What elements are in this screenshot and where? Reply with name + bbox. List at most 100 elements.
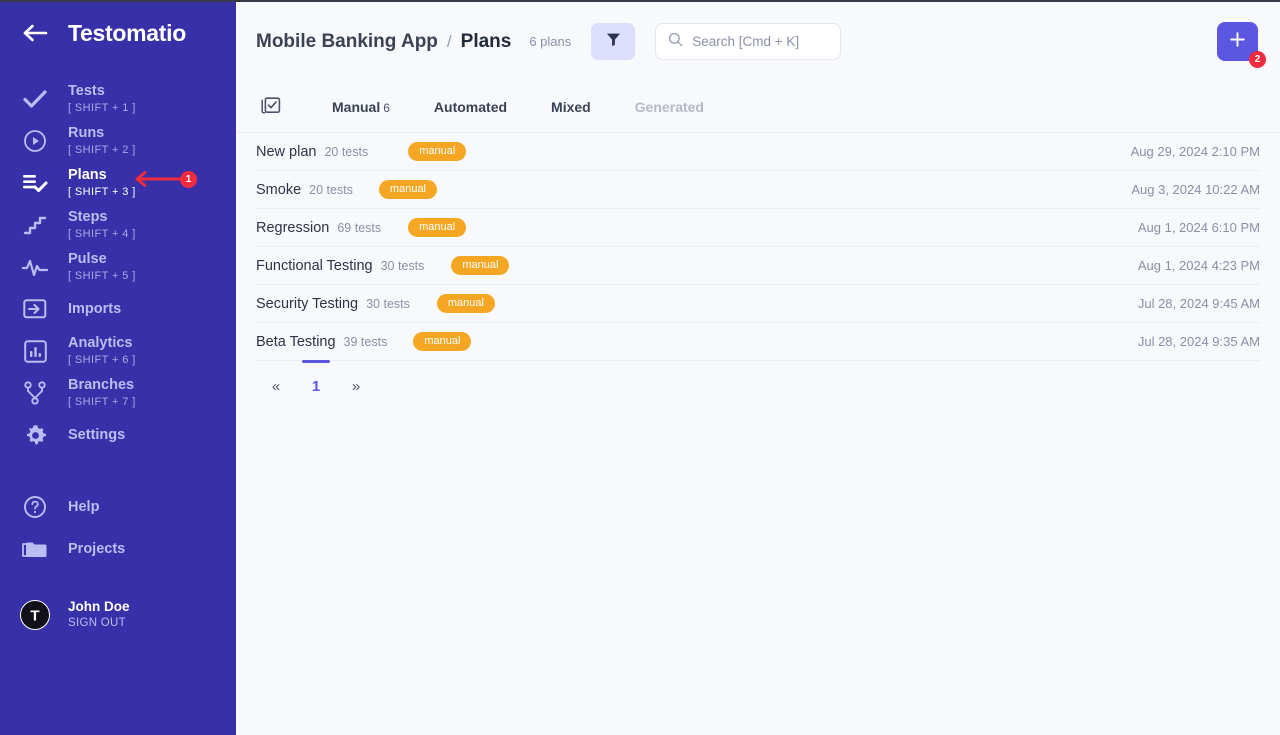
user-account[interactable]: T John Doe SIGN OUT [0,588,236,641]
sidebar-item-plans[interactable]: Plans [ SHIFT + 3 ] 1 [0,162,236,204]
tab-mixed[interactable]: Mixed [529,99,613,115]
sidebar-item-shortcut: [ SHIFT + 7 ] [68,395,136,409]
question-circle-icon [20,492,50,522]
pagination: « 1 » [256,361,1260,401]
sidebar-item-imports[interactable]: Imports [0,288,236,330]
plan-updated-date: Aug 3, 2024 10:22 AM [1131,182,1260,197]
plan-name: Functional Testing [256,258,373,274]
sidebar-item-label: Branches [68,377,136,394]
sidebar-item-runs[interactable]: Runs [ SHIFT + 2 ] [0,120,236,162]
sidebar-item-shortcut: [ SHIFT + 2 ] [68,143,136,157]
folder-icon [20,534,50,564]
plus-icon [1229,31,1246,53]
sidebar-brand: Testomatio [0,2,236,64]
plan-badge-wrap: manual [410,294,1138,313]
filter-button[interactable] [591,23,635,60]
checklist-copy-icon[interactable] [256,92,286,122]
user-name: John Doe [68,598,130,615]
sidebar-item-help[interactable]: Help [0,486,236,528]
sidebar-item-tests[interactable]: Tests [ SHIFT + 1 ] [0,78,236,120]
plan-name: Beta Testing [256,334,336,350]
annotation-step-badge: 1 [180,171,197,188]
plan-updated-date: Jul 28, 2024 9:35 AM [1138,334,1260,349]
pagination-prev[interactable]: « [256,372,296,401]
sidebar-item-steps[interactable]: Steps [ SHIFT + 4 ] [0,204,236,246]
search-input[interactable]: Search [Cmd + K] [655,23,841,60]
plan-updated-date: Aug 1, 2024 6:10 PM [1138,220,1260,235]
sidebar-item-label: Pulse [68,251,136,268]
sidebar-item-settings[interactable]: Settings [0,414,236,456]
plan-test-count: 30 tests [381,259,425,273]
sidebar-item-label: Imports [68,301,121,318]
search-icon [668,32,683,52]
sidebar-item-shortcut: [ SHIFT + 5 ] [68,269,136,283]
table-row[interactable]: Smoke 20 tests manual Aug 3, 2024 10:22 … [256,171,1260,209]
plan-name: Security Testing [256,296,358,312]
pagination-next[interactable]: » [336,372,376,401]
app-root: Testomatio Tests [ SHIFT + 1 ] [0,0,1280,735]
status-badge: manual [437,294,495,313]
tab-count: 6 [383,101,390,115]
breadcrumb-separator: / [447,32,452,52]
annotation-arrow-1: 1 [133,170,197,188]
branch-icon [20,378,50,408]
sidebar-item-label: Help [68,499,99,516]
page-title: Plans [461,31,512,53]
breadcrumb: Mobile Banking App / Plans [256,31,511,53]
plan-updated-date: Jul 28, 2024 9:45 AM [1138,296,1260,311]
pagination-wrap: « 1 » [236,361,1280,401]
check-icon [20,84,50,114]
plan-test-count: 20 tests [324,145,368,159]
sidebar-item-label: Runs [68,125,136,142]
search-placeholder: Search [Cmd + K] [692,34,799,49]
tab-bar: Manual6 Automated Mixed Generated [236,81,1280,133]
sidebar-item-analytics[interactable]: Analytics [ SHIFT + 6 ] [0,330,236,372]
pagination-page-1[interactable]: 1 [296,372,336,401]
plan-test-count: 39 tests [344,335,388,349]
add-button-badge: 2 [1249,51,1266,68]
status-badge: manual [413,332,471,351]
sidebar-item-pulse[interactable]: Pulse [ SHIFT + 5 ] [0,246,236,288]
page-header: Mobile Banking App / Plans 6 plans [236,2,1280,81]
plan-badge-wrap: manual [381,218,1138,237]
plan-name: Regression [256,220,329,236]
tab-automated[interactable]: Automated [412,99,529,115]
sidebar-nav: Tests [ SHIFT + 1 ] Runs [ SHIFT + 2 ] [0,78,236,641]
sidebar-item-shortcut: [ SHIFT + 4 ] [68,227,136,241]
plan-name: New plan [256,144,316,160]
table-row[interactable]: Security Testing 30 tests manual Jul 28,… [256,285,1260,323]
brand-title: Testomatio [68,20,186,47]
plan-badge-wrap: manual [368,142,1130,161]
sign-out-link[interactable]: SIGN OUT [68,616,130,631]
tab-manual[interactable]: Manual6 [310,99,412,115]
plan-test-count: 20 tests [309,183,353,197]
sidebar-item-shortcut: [ SHIFT + 6 ] [68,353,136,367]
plan-badge-wrap: manual [353,180,1131,199]
table-row[interactable]: New plan 20 tests manual Aug 29, 2024 2:… [256,133,1260,171]
sidebar-item-label: Analytics [68,335,136,352]
plan-test-count: 69 tests [337,221,381,235]
add-plan-button[interactable]: 2 [1217,22,1258,61]
arrow-left-icon[interactable] [20,18,50,48]
sidebar-item-label: Steps [68,209,136,226]
plan-updated-date: Aug 29, 2024 2:10 PM [1131,144,1260,159]
plans-count: 6 plans [529,34,571,49]
status-badge: manual [408,142,466,161]
tab-generated[interactable]: Generated [613,99,726,115]
sidebar-item-branches[interactable]: Branches [ SHIFT + 7 ] [0,372,236,414]
tab-label: Mixed [551,99,591,115]
table-row[interactable]: Beta Testing 39 tests manual Jul 28, 202… [256,323,1260,361]
svg-text:T: T [30,607,39,624]
stairs-icon [20,210,50,240]
sidebar-item-projects[interactable]: Projects [0,528,236,570]
status-badge: manual [408,218,466,237]
plan-updated-date: Aug 1, 2024 4:23 PM [1138,258,1260,273]
status-badge: manual [451,256,509,275]
breadcrumb-project[interactable]: Mobile Banking App [256,31,438,53]
tab-label: Automated [434,99,507,115]
sidebar-item-label: Projects [68,541,125,558]
import-icon [20,294,50,324]
table-row[interactable]: Regression 69 tests manual Aug 1, 2024 6… [256,209,1260,247]
table-row[interactable]: Functional Testing 30 tests manual Aug 1… [256,247,1260,285]
sidebar-item-shortcut: [ SHIFT + 3 ] [68,185,136,199]
